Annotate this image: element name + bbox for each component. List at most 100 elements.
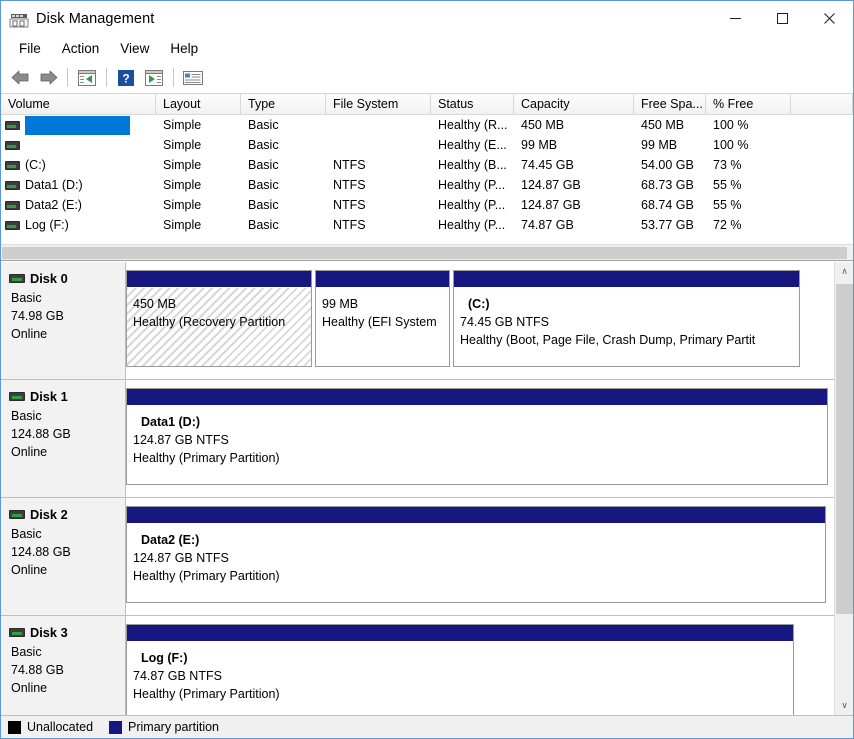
volume-name-cell: (C:) <box>1 158 156 172</box>
column-header-volume[interactable]: Volume <box>1 94 156 114</box>
column-header-type[interactable]: Type <box>241 94 326 114</box>
disk-partition-canvas: Data2 (E:) 124.87 GB NTFS Healthy (Primary… <box>126 498 853 615</box>
partition-size-filesystem: 99 MB <box>322 297 359 311</box>
cell-layout: Simple <box>163 138 202 152</box>
disk-size: 74.88 GB <box>11 663 64 677</box>
volume-name-cell: Data2 (E:) <box>1 198 156 212</box>
partition-color-bar <box>316 271 449 288</box>
partition-block[interactable]: Log (F:) 74.87 GB NTFS Healthy (Primary Pa… <box>126 624 794 715</box>
cell-status: Healthy (R... <box>438 118 508 132</box>
volume-drive-icon <box>5 120 20 130</box>
volume-list: Volume Layout Type File System Status Capacit… <box>1 94 853 261</box>
disk-drive-icon <box>9 392 25 401</box>
cell-percent-free: 55 % <box>713 198 742 212</box>
volume-drive-icon <box>5 140 20 150</box>
cell-free-space: 53.77 GB <box>641 218 694 232</box>
disk-drive-icon <box>9 510 25 519</box>
partition-block[interactable]: Data2 (E:) 124.87 GB NTFS Healthy (Primary… <box>126 506 826 603</box>
disk-state: Online <box>11 327 48 341</box>
cell-status: Healthy (B... <box>438 158 507 172</box>
menu-view[interactable]: View <box>111 38 158 59</box>
partition-status: Healthy (Primary Partition) <box>133 569 280 583</box>
disk-type: Basic <box>11 291 42 305</box>
partition-block[interactable]: (C:) 74.45 GB NTFS Healthy (Boot, Page Fil… <box>453 270 800 367</box>
table-row[interactable]: Data1 (D:) Simple Basic NTFS Healthy (P... 12… <box>1 175 853 195</box>
disk-info-panel[interactable]: Disk 3 Basic 74.88 GB Online <box>1 616 126 715</box>
cell-type: Basic <box>248 178 279 192</box>
partition-details: Log (F:) 74.87 GB NTFS Healthy (Primary Pa… <box>127 642 793 715</box>
disk-info-panel[interactable]: Disk 0 Basic 74.98 GB Online <box>1 262 126 379</box>
disk-info-panel[interactable]: Disk 1 Basic 124.88 GB Online <box>1 380 126 497</box>
table-row[interactable]: Simple Basic Healthy (R... 450 MB 450 MB 100 … <box>1 115 853 135</box>
cell-layout: Simple <box>163 198 202 212</box>
disk-type: Basic <box>11 409 42 423</box>
disk-info-panel[interactable]: Disk 2 Basic 124.88 GB Online <box>1 498 126 615</box>
minimize-button[interactable] <box>712 1 759 36</box>
column-header--free[interactable]: % Free <box>706 94 791 114</box>
partition-size-filesystem: 74.87 GB NTFS <box>133 669 222 683</box>
cell-status: Healthy (P... <box>438 218 506 232</box>
menu-action[interactable]: Action <box>53 38 109 59</box>
disk-graphical-view: Disk 0 Basic 74.98 GB Online 450 MB Healthy (… <box>1 262 853 715</box>
disk-partition-canvas: 450 MB Healthy (Recovery Partition 99 MB He… <box>126 262 853 379</box>
disk-management-icon <box>8 9 30 29</box>
column-header-file-system[interactable]: File System <box>326 94 431 114</box>
column-header-status[interactable]: Status <box>431 94 514 114</box>
disk-type: Basic <box>11 645 42 659</box>
partition-block[interactable]: 450 MB Healthy (Recovery Partition <box>126 270 312 367</box>
partition-color-bar <box>454 271 799 288</box>
partition-status: Healthy (Recovery Partition <box>133 315 286 329</box>
legend-unallocated-swatch <box>8 720 21 734</box>
column-header-layout[interactable]: Layout <box>156 94 241 114</box>
maximize-button[interactable] <box>759 1 806 36</box>
scroll-up-icon[interactable]: ∧ <box>835 262 853 281</box>
menu-file[interactable]: File <box>10 38 50 59</box>
column-header-blank[interactable] <box>791 94 853 114</box>
forward-icon[interactable] <box>35 66 61 90</box>
column-header-capacity[interactable]: Capacity <box>514 94 634 114</box>
table-row[interactable]: (C:) Simple Basic NTFS Healthy (B... 74.45 GB… <box>1 155 853 175</box>
volume-label: (C:) <box>25 158 46 172</box>
volume-list-scroll-thumb[interactable] <box>2 247 847 259</box>
disk-row-disk-1[interactable]: Disk 1 Basic 124.88 GB Online Data1 (D:) 124.… <box>1 380 853 498</box>
back-icon[interactable] <box>7 66 33 90</box>
menu-help[interactable]: Help <box>161 38 207 59</box>
disk-row-disk-2[interactable]: Disk 2 Basic 124.88 GB Online Data2 (E:) 124.… <box>1 498 853 616</box>
disk-view-vertical-scrollbar[interactable]: ∧ ∨ <box>834 262 853 715</box>
show-hide-action-pane-icon[interactable] <box>141 66 167 90</box>
cell-percent-free: 100 % <box>713 138 749 152</box>
cell-status: Healthy (P... <box>438 198 506 212</box>
disk-name: Disk 2 <box>30 507 68 522</box>
partition-size-filesystem: 450 MB <box>133 297 177 311</box>
table-row[interactable]: Log (F:) Simple Basic NTFS Healthy (P... 74.8… <box>1 215 853 235</box>
close-button[interactable] <box>806 1 853 36</box>
column-header-free-spa[interactable]: Free Spa... <box>634 94 706 114</box>
partition-status: Healthy (Boot, Page File, Crash Dump, Pr… <box>460 333 756 347</box>
partition-block[interactable]: Data1 (D:) 124.87 GB NTFS Healthy (Primary… <box>126 388 828 485</box>
disk-view-scroll-thumb[interactable] <box>836 284 853 614</box>
menu-bar: File Action View Help <box>1 36 853 62</box>
cell-type: Basic <box>248 218 279 232</box>
help-icon[interactable]: ? <box>113 66 139 90</box>
partition-color-bar <box>127 507 825 524</box>
legend-primary-partition: Primary partition <box>109 720 219 734</box>
cell-capacity: 74.87 GB <box>521 218 574 232</box>
show-hide-console-tree-icon[interactable] <box>74 66 100 90</box>
table-row[interactable]: Simple Basic Healthy (E... 99 MB 99 MB 100 % <box>1 135 853 155</box>
disk-partition-canvas: Data1 (D:) 124.87 GB NTFS Healthy (Primary… <box>126 380 853 497</box>
table-row[interactable]: Data2 (E:) Simple Basic NTFS Healthy (P... 12… <box>1 195 853 215</box>
cell-capacity: 74.45 GB <box>521 158 574 172</box>
partition-details: Data1 (D:) 124.87 GB NTFS Healthy (Primary… <box>127 406 827 484</box>
volume-label: Data1 (D:) <box>25 178 83 192</box>
volume-label: Log (F:) <box>25 218 69 232</box>
window-title: Disk Management <box>36 10 155 27</box>
cell-percent-free: 100 % <box>713 118 749 132</box>
disk-row-disk-3[interactable]: Disk 3 Basic 74.88 GB Online Log (F:) 74.87 G… <box>1 616 853 715</box>
partition-status: Healthy (EFI System <box>322 315 437 329</box>
scroll-down-icon[interactable]: ∨ <box>835 696 853 715</box>
partition-block[interactable]: 99 MB Healthy (EFI System <box>315 270 450 367</box>
disk-row-disk-0[interactable]: Disk 0 Basic 74.98 GB Online 450 MB Healthy (… <box>1 262 853 380</box>
cell-capacity: 124.87 GB <box>521 198 581 212</box>
properties-icon[interactable] <box>180 66 206 90</box>
volume-list-horizontal-scrollbar[interactable] <box>1 244 853 260</box>
